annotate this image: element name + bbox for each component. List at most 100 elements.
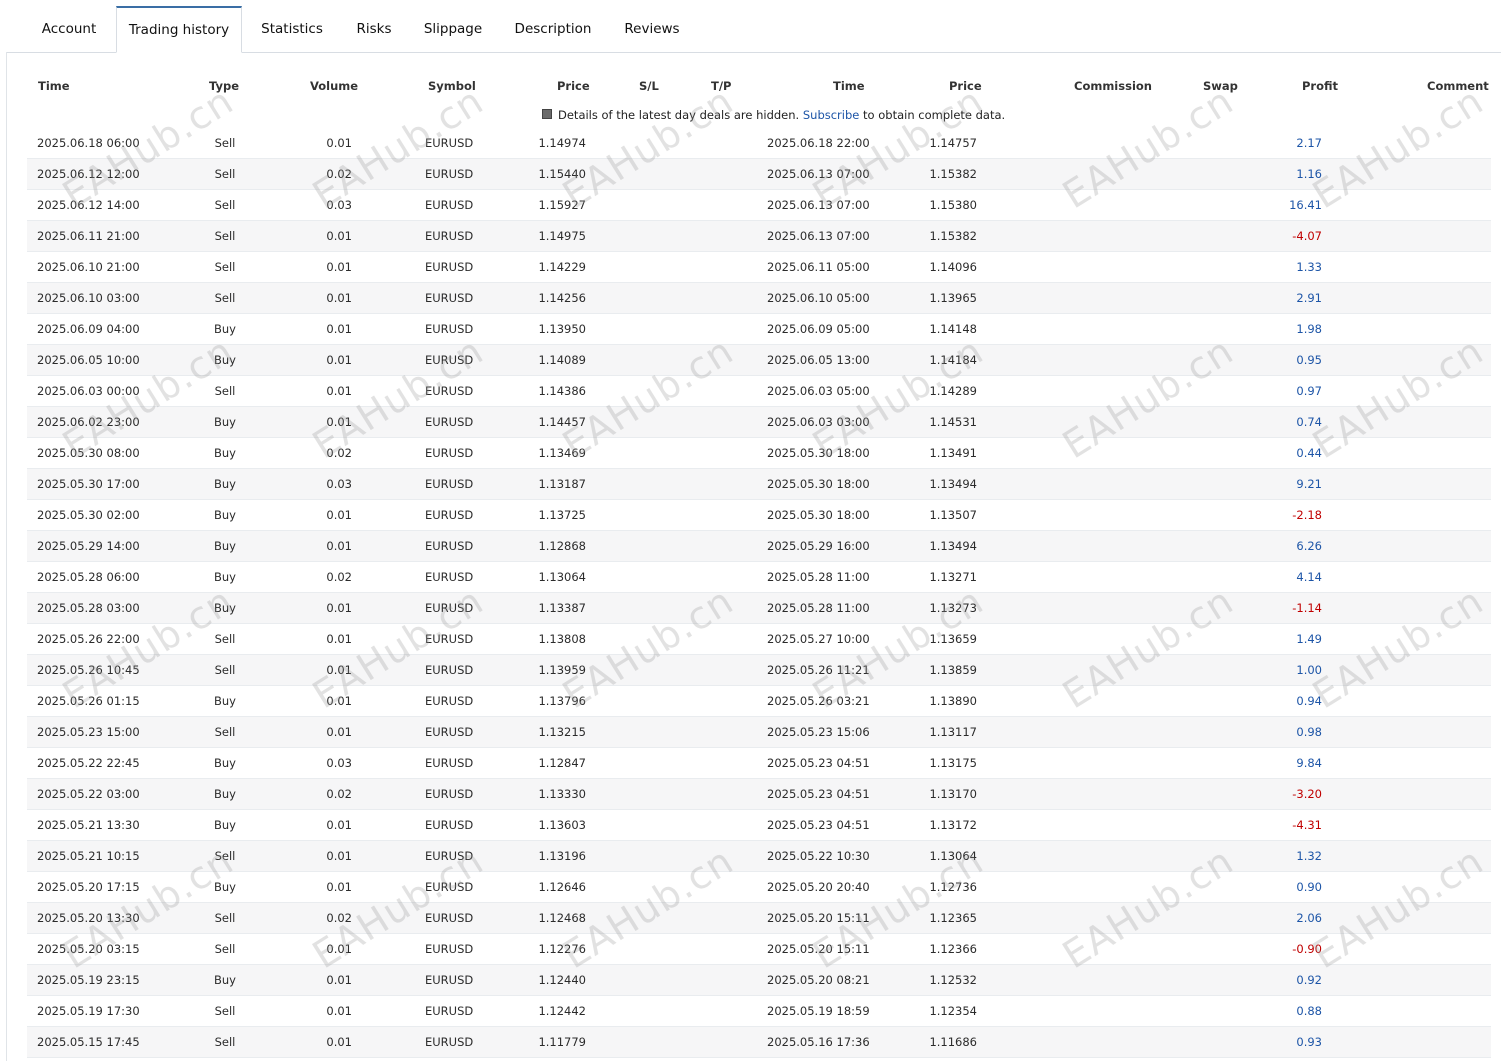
header-volume[interactable]: Volume [310,79,358,93]
table-row: 2025.06.10 21:00 Sell 0.01 EURUSD 1.14229 202… [27,252,1491,283]
cell-symbol: EURUSD [425,725,474,739]
cell-volume: 0.02 [326,787,352,801]
cell-close-time: 2025.05.28 11:00 [767,570,870,584]
tab-account[interactable]: Account [26,6,112,51]
cell-volume: 0.01 [326,880,352,894]
table-row: 2025.05.20 17:15 Buy 0.01 EURUSD 1.12646 2025… [27,872,1491,903]
cell-symbol: EURUSD [425,415,474,429]
cell-profit: 0.90 [1296,880,1322,894]
cell-profit: 1.49 [1296,632,1322,646]
header-commission[interactable]: Commission [1074,79,1152,93]
cell-volume: 0.01 [326,694,352,708]
cell-type: Sell [214,942,236,956]
cell-type: Buy [214,694,236,708]
cell-open-time: 2025.05.19 23:15 [37,973,140,987]
cell-close-time: 2025.05.20 15:11 [767,911,870,925]
info-square-icon [542,109,552,119]
cell-close-price: 1.13491 [929,446,977,460]
cell-close-price: 1.13890 [929,694,977,708]
cell-close-time: 2025.05.19 18:59 [767,1004,870,1018]
cell-volume: 0.01 [326,291,352,305]
cell-open-time: 2025.05.20 13:30 [37,911,140,925]
table-row: 2025.05.20 13:30 Sell 0.02 EURUSD 1.12468 202… [27,903,1491,934]
cell-close-time: 2025.06.13 07:00 [767,198,870,212]
cell-symbol: EURUSD [425,167,474,181]
cell-close-price: 1.14757 [929,136,977,150]
cell-profit: -1.14 [1292,601,1322,615]
cell-profit: 0.74 [1296,415,1322,429]
cell-symbol: EURUSD [425,260,474,274]
tab-risks[interactable]: Risks [344,6,404,51]
cell-close-price: 1.12365 [929,911,977,925]
table-row: 2025.05.23 15:00 Sell 0.01 EURUSD 1.13215 202… [27,717,1491,748]
cell-close-price: 1.15382 [929,167,977,181]
table-row: 2025.05.26 01:15 Buy 0.01 EURUSD 1.13796 2025… [27,686,1491,717]
table-row: 2025.05.29 14:00 Buy 0.01 EURUSD 1.12868 2025… [27,531,1491,562]
table-row: 2025.05.19 23:15 Buy 0.01 EURUSD 1.12440 2025… [27,965,1491,996]
header-swap[interactable]: Swap [1203,79,1238,93]
cell-volume: 0.01 [326,973,352,987]
table-row: 2025.06.02 23:00 Buy 0.01 EURUSD 1.14457 2025… [27,407,1491,438]
cell-symbol: EURUSD [425,539,474,553]
header-close-price[interactable]: Price [949,79,982,93]
cell-close-time: 2025.06.09 05:00 [767,322,870,336]
table-row: 2025.06.12 12:00 Sell 0.02 EURUSD 1.15440 202… [27,159,1491,190]
cell-open-time: 2025.05.28 06:00 [37,570,140,584]
header-time[interactable]: Time [38,79,70,93]
header-close-time[interactable]: Time [833,79,865,93]
tab-slippage[interactable]: Slippage [410,6,496,51]
cell-close-time: 2025.06.10 05:00 [767,291,870,305]
cell-volume: 0.01 [326,353,352,367]
cell-close-time: 2025.06.13 07:00 [767,167,870,181]
cell-type: Sell [214,1035,236,1049]
cell-close-price: 1.14096 [929,260,977,274]
tab-trading-history[interactable]: Trading history [116,6,242,53]
cell-type: Sell [214,291,236,305]
tab-description[interactable]: Description [502,6,604,51]
cell-open-time: 2025.06.12 12:00 [37,167,140,181]
tab-reviews[interactable]: Reviews [610,6,694,51]
cell-open-price: 1.13064 [538,570,586,584]
header-symbol[interactable]: Symbol [428,79,476,93]
cell-close-price: 1.12736 [929,880,977,894]
subscribe-link[interactable]: Subscribe [803,108,860,122]
tab-statistics[interactable]: Statistics [246,6,338,51]
header-tp[interactable]: T/P [711,79,731,93]
cell-type: Buy [214,756,236,770]
cell-open-time: 2025.05.30 08:00 [37,446,140,460]
cell-volume: 0.03 [326,198,352,212]
header-profit[interactable]: Profit [1302,79,1338,93]
header-price[interactable]: Price [557,79,590,93]
header-sl[interactable]: S/L [639,79,659,93]
header-type[interactable]: Type [209,79,239,93]
cell-symbol: EURUSD [425,508,474,522]
cell-open-price: 1.11779 [538,1035,586,1049]
cell-profit: -0.90 [1292,942,1322,956]
cell-open-time: 2025.05.22 03:00 [37,787,140,801]
header-comment[interactable]: Comment [1427,79,1489,93]
cell-profit: 2.17 [1296,136,1322,150]
cell-close-price: 1.13172 [929,818,977,832]
table-row: 2025.05.21 10:15 Sell 0.01 EURUSD 1.13196 202… [27,841,1491,872]
cell-symbol: EURUSD [425,198,474,212]
cell-open-time: 2025.06.18 06:00 [37,136,140,150]
table-row: 2025.05.22 22:45 Buy 0.03 EURUSD 1.12847 2025… [27,748,1491,779]
cell-close-price: 1.13965 [929,291,977,305]
cell-symbol: EURUSD [425,694,474,708]
cell-symbol: EURUSD [425,322,474,336]
cell-open-time: 2025.05.26 01:15 [37,694,140,708]
cell-close-time: 2025.05.20 20:40 [767,880,870,894]
cell-type: Sell [214,911,236,925]
cell-open-price: 1.14386 [538,384,586,398]
table-row: 2025.05.19 17:30 Sell 0.01 EURUSD 1.12442 202… [27,996,1491,1027]
cell-profit: 1.33 [1296,260,1322,274]
cell-profit: -4.07 [1292,229,1322,243]
cell-close-price: 1.12366 [929,942,977,956]
cell-profit: 2.06 [1296,911,1322,925]
cell-profit: 1.16 [1296,167,1322,181]
table-row: 2025.05.30 02:00 Buy 0.01 EURUSD 1.13725 2025… [27,500,1491,531]
cell-close-time: 2025.05.23 04:51 [767,756,870,770]
cell-volume: 0.01 [326,818,352,832]
cell-symbol: EURUSD [425,601,474,615]
cell-close-time: 2025.05.30 18:00 [767,477,870,491]
